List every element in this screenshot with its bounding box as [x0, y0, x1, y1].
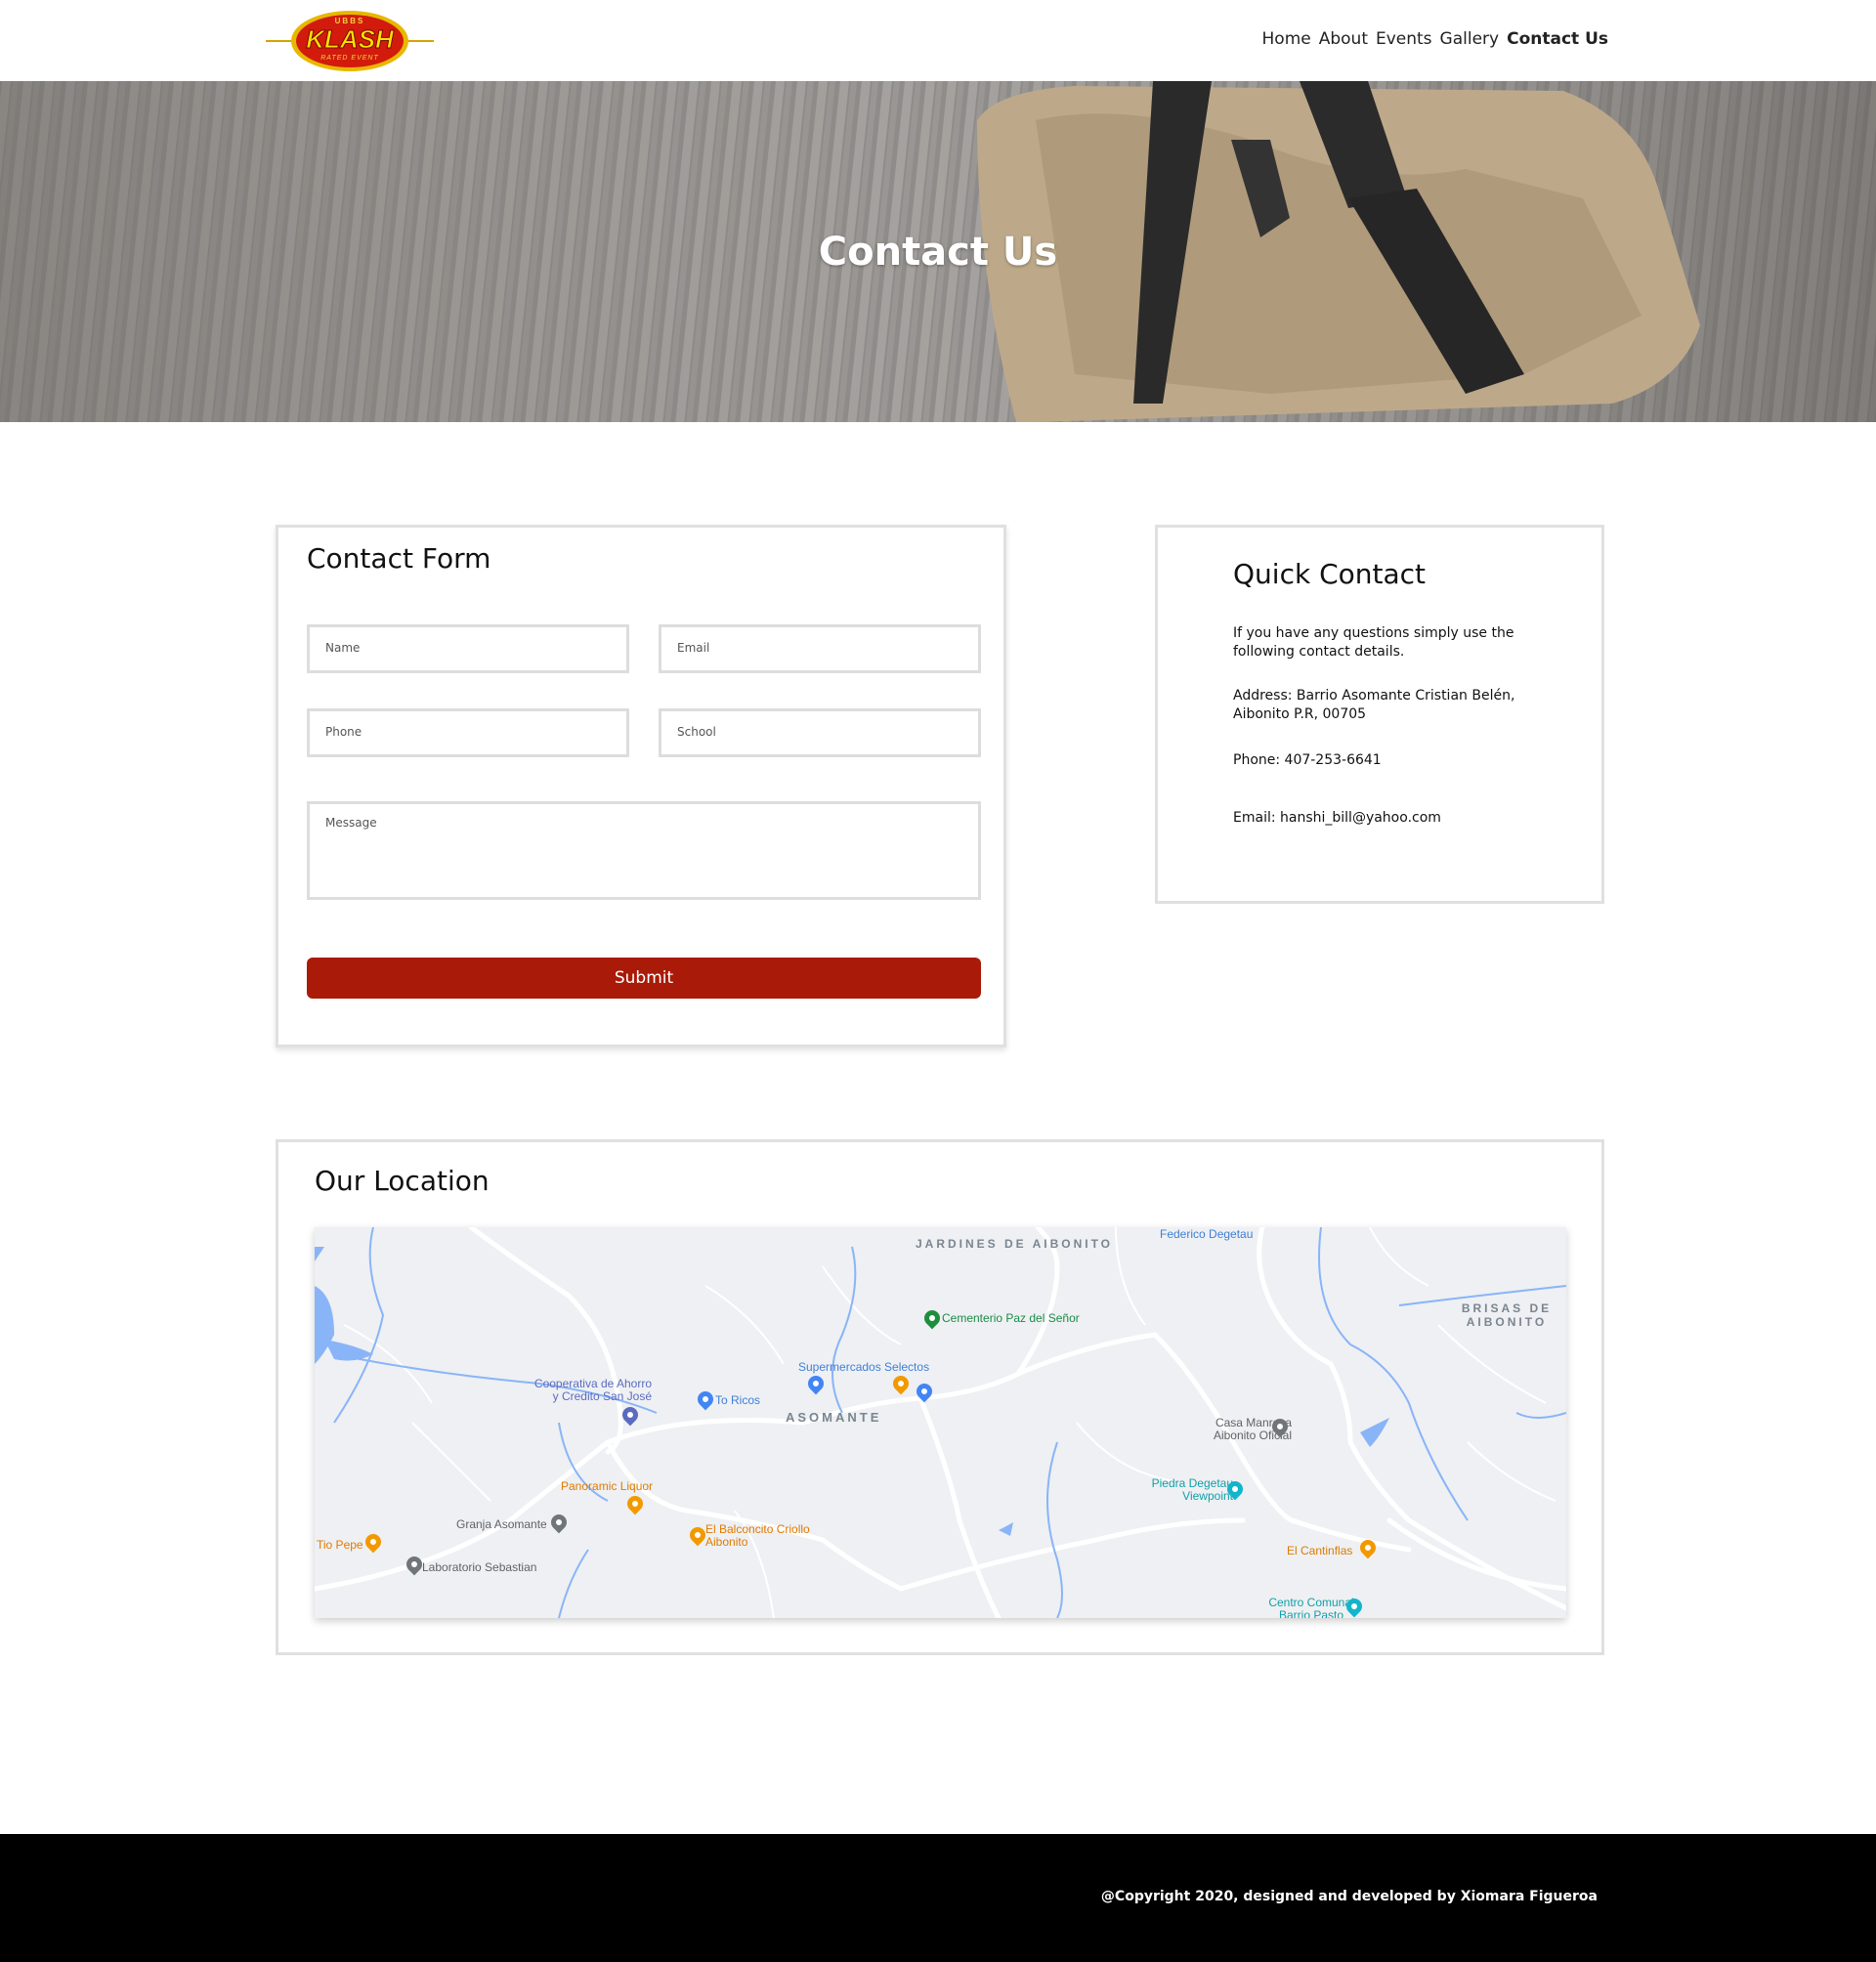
map-label-balconcito[interactable]: El Balconcito Criollo Aibonito: [705, 1523, 813, 1549]
map-label-toricos[interactable]: To Ricos: [715, 1393, 760, 1407]
location-title: Our Location: [315, 1165, 490, 1198]
map-label-piedra[interactable]: Piedra Degetau Viewpoint: [1135, 1477, 1233, 1503]
contact-form-title: Contact Form: [307, 542, 491, 576]
map-label-cantinflas[interactable]: El Cantinflas: [1287, 1544, 1352, 1557]
quick-contact-title: Quick Contact: [1233, 558, 1427, 591]
quick-contact-phone: Phone: 407-253-6641: [1233, 752, 1382, 768]
quick-contact-email: Email: hanshi_bill@yahoo.com: [1233, 810, 1441, 826]
quick-contact-intro: If you have any questions simply use the…: [1233, 625, 1514, 660]
map-label-cementerio[interactable]: Cementerio Paz del Señor: [942, 1311, 1080, 1325]
nav-contact-us[interactable]: Contact Us: [1507, 29, 1608, 49]
map-label-supermercados[interactable]: Supermercados Selectos: [798, 1360, 929, 1374]
quick-contact-address: Address: Barrio Asomante Cristian Belén,…: [1233, 688, 1515, 722]
map-label-tio-pepe[interactable]: Tio Pepe: [317, 1538, 363, 1552]
quick-contact-card: Quick Contact If you have any questions …: [1155, 525, 1604, 904]
map-label-jardines: JARDINES DE AIBONITO: [916, 1237, 1114, 1251]
site-footer: @Copyright 2020, designed and developed …: [0, 1834, 1876, 1962]
school-field[interactable]: School: [659, 708, 981, 757]
nav-events[interactable]: Events: [1376, 29, 1432, 49]
contact-form-card: Contact Form Name Email Phone School Mes…: [276, 525, 1006, 1047]
svg-text:KLASH: KLASH: [306, 24, 395, 54]
name-field[interactable]: Name: [307, 624, 629, 673]
submit-button[interactable]: Submit: [307, 958, 981, 999]
map-label-panoramic[interactable]: Panoramic Liquor: [561, 1479, 653, 1493]
site-header: UBBS KLASH RATED EVENT Home About Events…: [0, 0, 1876, 81]
location-map[interactable]: JARDINES DE AIBONITO BRISAS DE AIBONITO …: [315, 1227, 1566, 1618]
map-label-asomante: ASOMANTE: [786, 1410, 882, 1425]
svg-text:RATED EVENT: RATED EVENT: [320, 55, 379, 62]
map-label-federico: Federico Degetau: [1160, 1227, 1254, 1241]
map-label-laboratorio[interactable]: Laboratorio Sebastian: [422, 1560, 536, 1574]
message-field[interactable]: Message: [307, 801, 981, 900]
map-label-brisas: BRISAS DE AIBONITO: [1461, 1301, 1553, 1329]
map-label-granja[interactable]: Granja Asomante: [456, 1517, 547, 1531]
map-label-cooperativa[interactable]: Cooperativa de Ahorro y Credito San José: [530, 1378, 652, 1403]
main-nav: Home About Events Gallery Contact Us: [1262, 29, 1608, 49]
hero-banner: Contact Us: [0, 81, 1876, 422]
page-title: Contact Us: [818, 230, 1058, 275]
map-roads: [315, 1227, 1566, 1618]
nav-home[interactable]: Home: [1262, 29, 1311, 49]
phone-field[interactable]: Phone: [307, 708, 629, 757]
location-card: Our Location JARDINES DE AIBONITO BRISAS…: [276, 1139, 1604, 1655]
nav-about[interactable]: About: [1319, 29, 1368, 49]
klash-logo[interactable]: UBBS KLASH RATED EVENT: [266, 8, 434, 74]
nav-gallery[interactable]: Gallery: [1440, 29, 1500, 49]
email-field[interactable]: Email: [659, 624, 981, 673]
copyright-text: @Copyright 2020, designed and developed …: [1100, 1889, 1598, 1904]
